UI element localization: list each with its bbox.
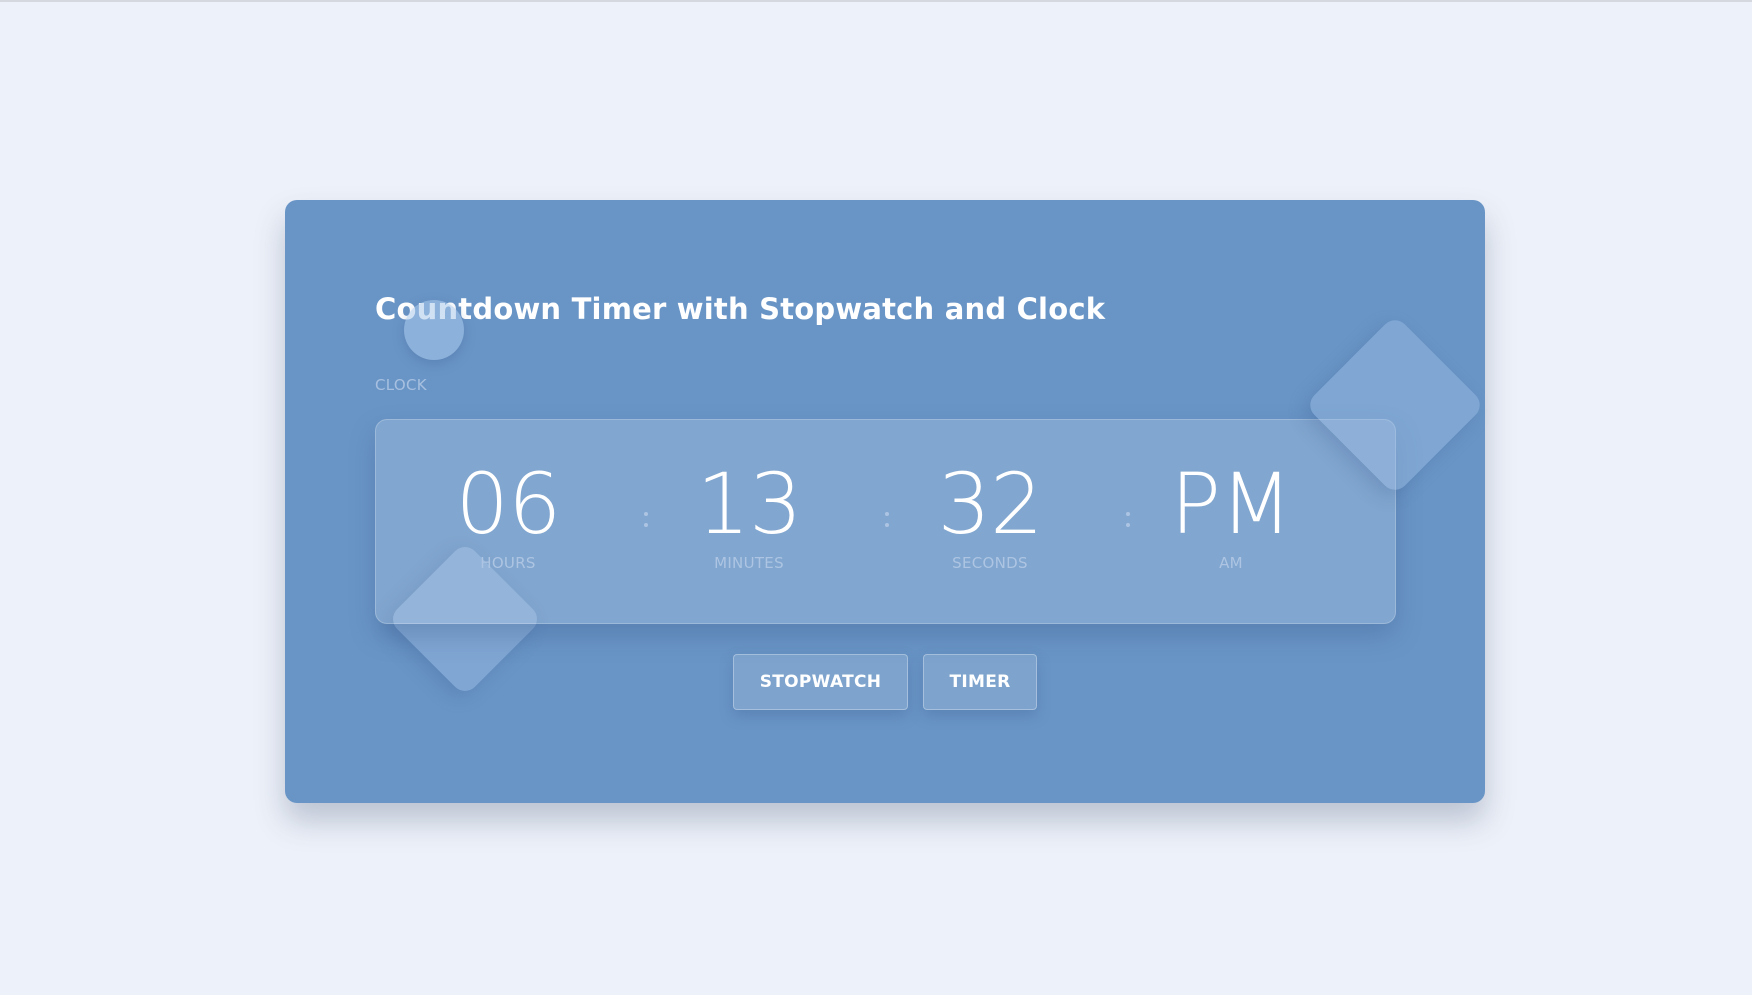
hours-unit: 06 HOURS	[418, 460, 598, 572]
seconds-value: 32	[937, 455, 1044, 553]
page-title: Countdown Timer with Stopwatch and Clock	[375, 292, 1106, 326]
period-unit: PM AM	[1141, 460, 1321, 572]
clock-display: 06 HOURS 13 MINUTES 32 SECONDS PM AM	[375, 419, 1396, 624]
seconds-unit: 32 SECONDS	[900, 460, 1080, 572]
top-border-line	[0, 0, 1752, 2]
seconds-label: SECONDS	[952, 554, 1028, 572]
period-label: AM	[1219, 554, 1243, 572]
minutes-label: MINUTES	[714, 554, 784, 572]
minutes-value: 13	[696, 455, 803, 553]
time-separator	[643, 510, 649, 530]
mode-label: CLOCK	[375, 376, 427, 394]
stopwatch-button[interactable]: STOPWATCH	[733, 654, 908, 710]
period-value: PM	[1170, 455, 1292, 553]
time-separator	[1125, 510, 1131, 530]
time-separator	[884, 510, 890, 530]
timer-button[interactable]: TIMER	[923, 654, 1037, 710]
clock-card: Countdown Timer with Stopwatch and Clock…	[285, 200, 1486, 803]
decorative-bubble	[404, 300, 464, 360]
mode-buttons: STOPWATCH TIMER	[285, 654, 1485, 712]
minutes-unit: 13 MINUTES	[659, 460, 839, 572]
hours-value: 06	[455, 455, 562, 553]
hours-label: HOURS	[480, 554, 536, 572]
